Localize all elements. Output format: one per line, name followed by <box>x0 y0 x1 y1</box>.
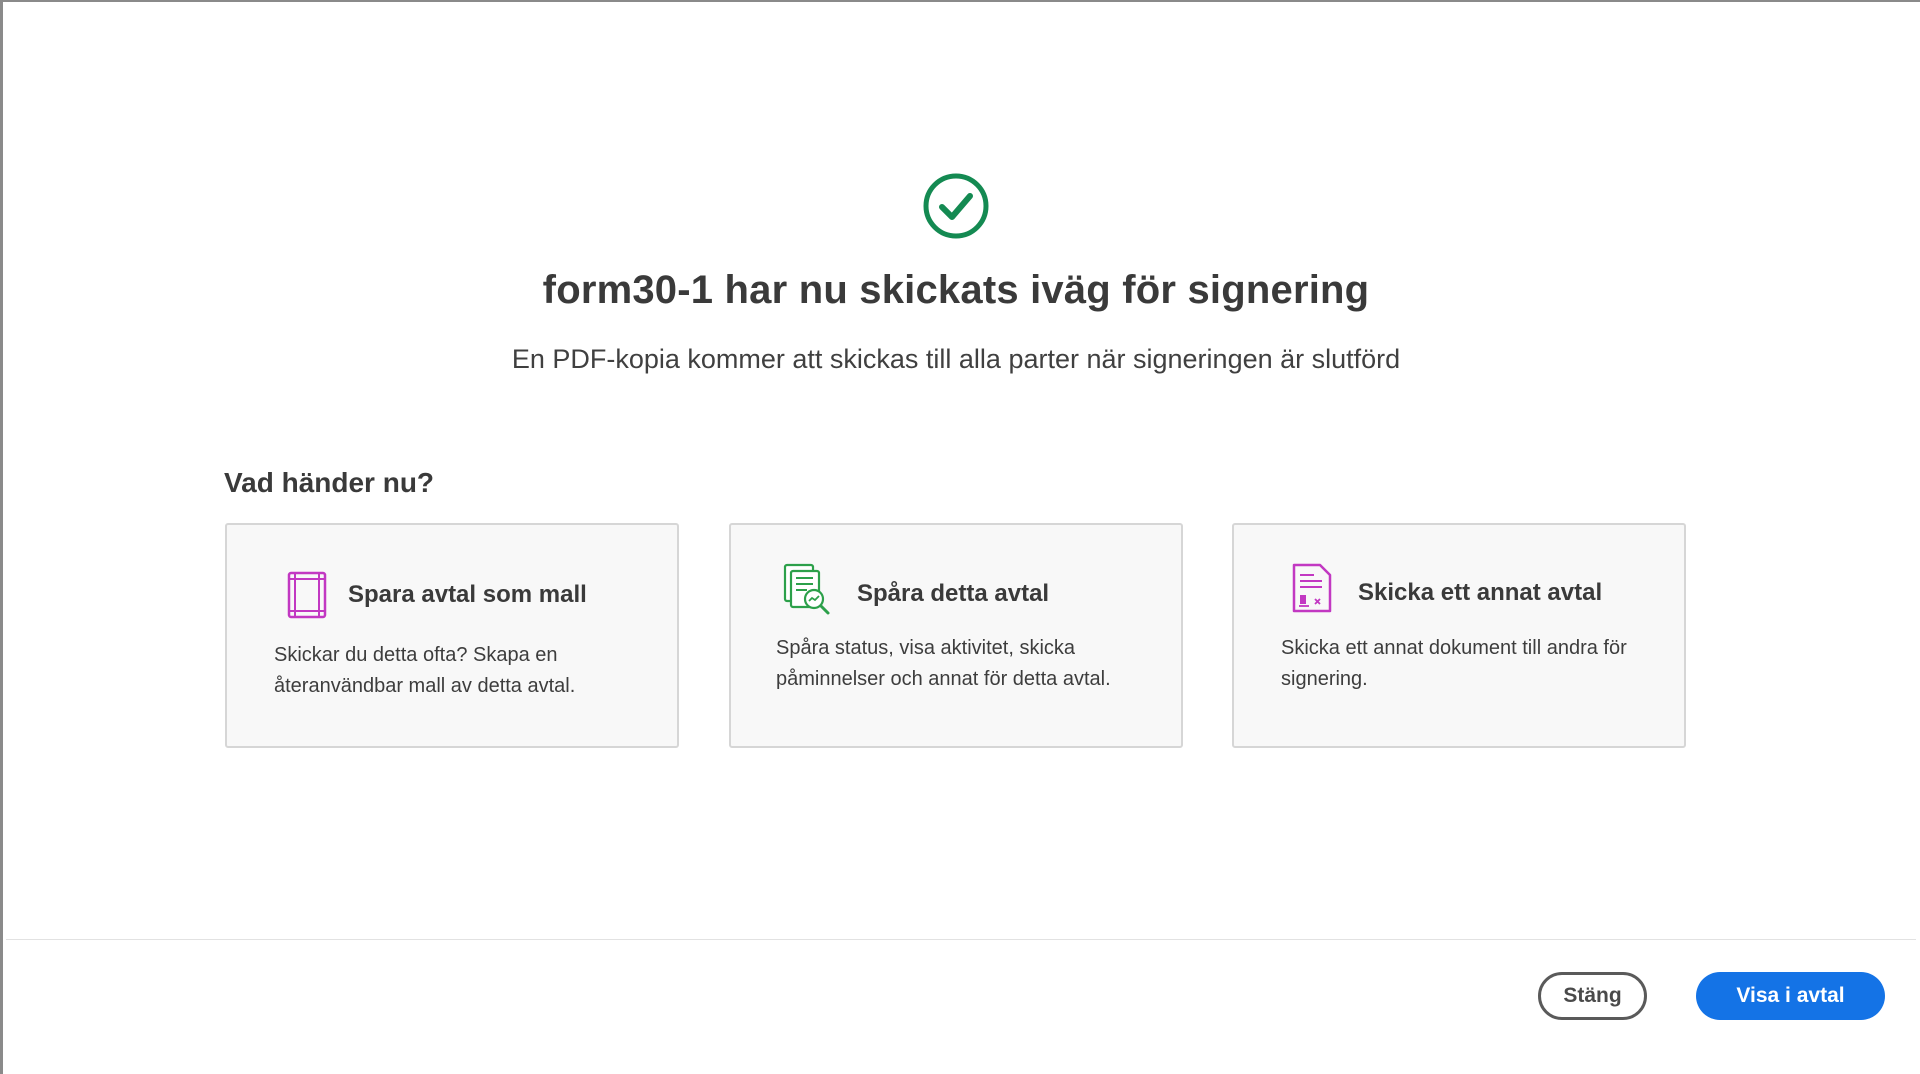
send-another-agreement-card[interactable]: Skicka ett annat avtal Skicka ett annat … <box>1232 523 1686 748</box>
card-description: Spåra status, visa aktivitet, skicka påm… <box>776 637 1111 690</box>
dialog-title: form30-1 har nu skickats iväg för signer… <box>542 268 1370 312</box>
dialog-subtitle: En PDF-kopia kommer att skickas till all… <box>511 344 1401 374</box>
send-document-icon <box>1292 563 1332 613</box>
track-agreement-card[interactable]: Spåra detta avtal Spåra status, visa akt… <box>729 523 1183 748</box>
template-icon <box>287 571 327 619</box>
dialog-window: form30-1 har nu skickats iväg för signer… <box>0 0 1920 1074</box>
card-title: Spåra detta avtal <box>857 580 1050 607</box>
save-as-template-card[interactable]: Spara avtal som mall Skickar du detta of… <box>225 523 679 748</box>
checkmark-circle-icon <box>923 173 989 239</box>
card-description: Skicka ett annat dokument till andra för… <box>1281 637 1627 690</box>
next-steps-heading: Vad händer nu? <box>224 467 435 498</box>
card-title: Skicka ett annat avtal <box>1358 579 1603 606</box>
track-document-icon <box>783 563 830 615</box>
card-description: Skickar du detta ofta? Skapa en återanvä… <box>274 644 576 697</box>
card-title: Spara avtal som mall <box>348 581 587 608</box>
view-in-agreement-button[interactable]: Visa i avtal <box>1696 972 1885 1020</box>
footer-divider <box>6 939 1916 940</box>
close-button[interactable]: Stäng <box>1538 972 1647 1020</box>
